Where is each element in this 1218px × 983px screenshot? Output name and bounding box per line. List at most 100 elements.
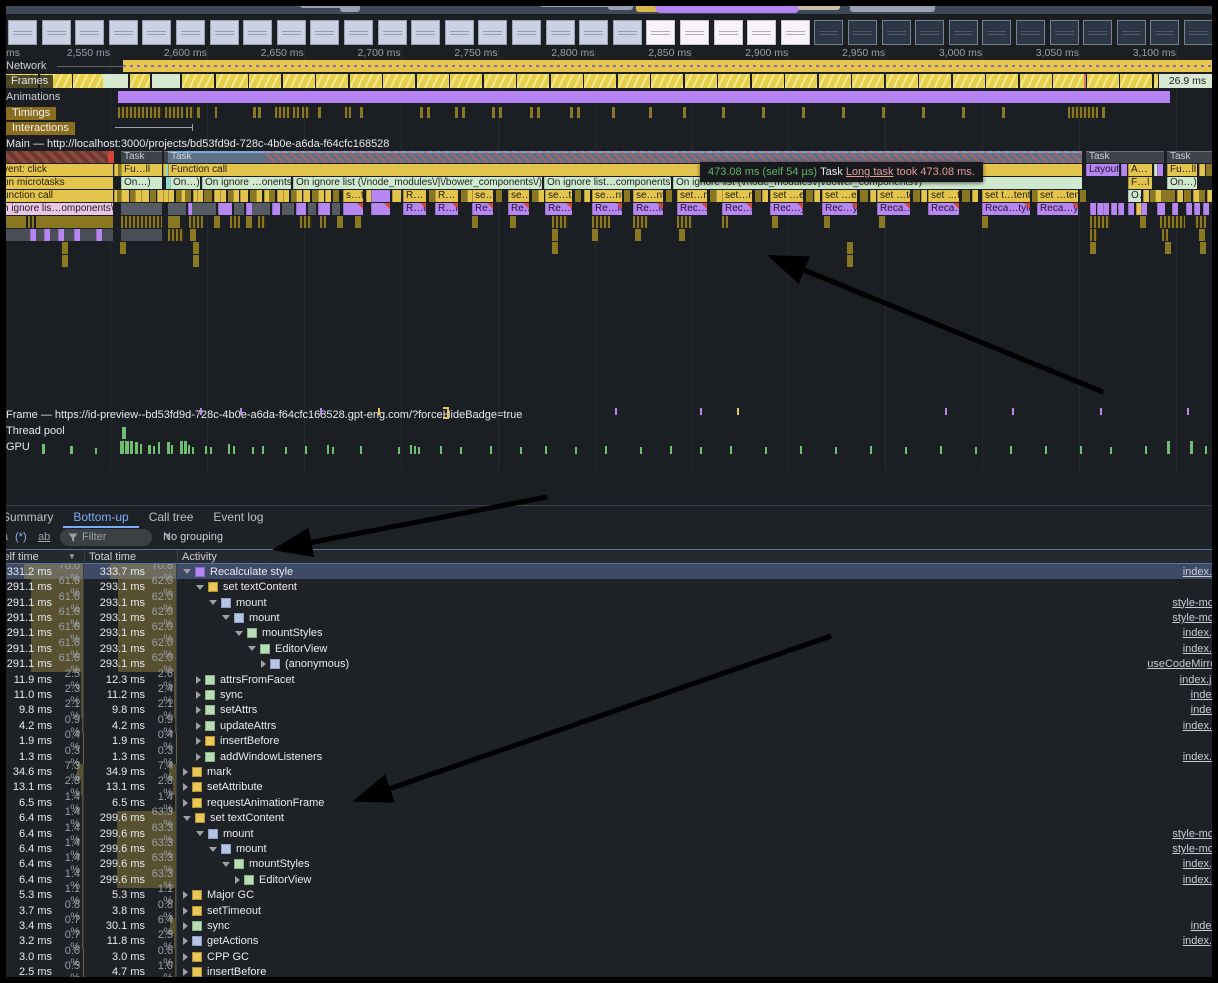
filmstrip-thumbnail[interactable] (243, 20, 272, 45)
flame-block[interactable] (355, 216, 361, 228)
filmstrip-thumbnail[interactable] (310, 20, 339, 45)
gpu-bar[interactable] (520, 447, 522, 454)
flame-block[interactable] (303, 190, 310, 202)
flame-block[interactable] (962, 190, 970, 202)
flame-block[interactable]: se…t (545, 190, 572, 202)
expand-caret-icon[interactable] (261, 660, 266, 668)
flame-block[interactable] (1121, 164, 1127, 176)
flame-block[interactable]: n ignore lis…omponents\/) (0, 203, 113, 215)
source-link[interactable]: style-mod (1172, 597, 1218, 609)
flame-block[interactable] (1196, 216, 1206, 228)
gpu-bar[interactable] (95, 448, 97, 454)
gpu-bar[interactable] (158, 442, 160, 454)
gpu-bar[interactable] (414, 446, 416, 454)
main-flame-chart[interactable]: TaskTaskTaskTaskvent: clickFu…llFunction… (0, 150, 1218, 270)
filmstrip-thumbnail[interactable] (142, 20, 171, 45)
table-row[interactable]: 291.1 ms61.6 %293.1 ms62.0 %EditorViewin… (0, 641, 1218, 656)
source-link[interactable]: index.js: (1180, 674, 1218, 686)
flame-block[interactable] (806, 190, 813, 202)
timing-mark[interactable] (455, 107, 458, 118)
flame-block[interactable] (337, 216, 343, 228)
frame-block[interactable] (651, 74, 683, 88)
flame-block[interactable] (1118, 203, 1124, 215)
filmstrip-thumbnail[interactable] (411, 20, 440, 45)
filmstrip-thumbnail[interactable] (781, 20, 810, 45)
match-case-icon[interactable]: a (2, 531, 8, 543)
flame-block[interactable] (371, 190, 390, 202)
table-row[interactable]: 291.1 ms61.6 %293.1 ms62.0 %mountstyle-m… (0, 595, 1218, 610)
frame-block[interactable] (1020, 74, 1052, 88)
filter-input[interactable]: Filter (60, 529, 152, 546)
frame-duration-badge[interactable]: 26.9 ms (1159, 74, 1216, 88)
gpu-title[interactable]: GPU (6, 441, 30, 453)
flame-block[interactable]: set …tent (877, 190, 910, 202)
timing-mark[interactable] (150, 107, 162, 118)
flame-block[interactable] (1111, 203, 1117, 215)
timing-mark[interactable] (360, 107, 363, 118)
flame-block[interactable] (168, 190, 174, 202)
frame-block[interactable] (1120, 74, 1152, 88)
flame-block[interactable] (121, 216, 162, 228)
flame-block[interactable]: O… (1128, 190, 1141, 202)
flame-block[interactable] (1162, 229, 1168, 241)
flame-block[interactable]: Task (1086, 151, 1164, 163)
collapse-caret-icon[interactable] (209, 847, 217, 852)
table-row[interactable]: 11.0 ms2.3 %11.2 ms2.4 %syncindex. (0, 687, 1218, 702)
filmstrip-thumbnail[interactable] (714, 20, 743, 45)
flame-block[interactable] (1090, 203, 1096, 215)
flame-block[interactable] (296, 190, 302, 202)
time-ruler[interactable]: ms2,550 ms2,600 ms2,650 ms2,700 ms2,750 … (0, 46, 1218, 59)
flame-block[interactable] (204, 190, 212, 202)
flame-block[interactable] (633, 216, 648, 228)
collapse-caret-icon[interactable] (222, 862, 230, 867)
frame-block[interactable] (1053, 74, 1085, 88)
source-link[interactable]: index. (1191, 920, 1218, 932)
gpu-bar[interactable] (410, 445, 412, 454)
flame-block[interactable] (1090, 242, 1096, 254)
gpu-bar[interactable] (1110, 447, 1112, 454)
flame-block[interactable]: set…nt (722, 190, 752, 202)
flame-block[interactable] (168, 229, 184, 241)
flame-block[interactable] (300, 216, 312, 228)
gpu-bar[interactable] (905, 447, 907, 454)
filmstrip-thumbnail[interactable] (512, 20, 541, 45)
gpu-bar[interactable] (460, 447, 462, 454)
source-link[interactable]: index.js (1183, 566, 1218, 578)
gpu-bar[interactable] (285, 447, 287, 454)
filmstrip-thumbnail[interactable] (982, 20, 1011, 45)
filmstrip-thumbnail[interactable] (42, 20, 71, 45)
flame-block[interactable] (1090, 216, 1110, 228)
expand-caret-icon[interactable] (235, 876, 240, 884)
gpu-bar[interactable] (398, 447, 400, 454)
timing-mark[interactable] (762, 107, 765, 118)
flame-block[interactable] (1206, 164, 1212, 176)
flame-block[interactable] (814, 190, 820, 202)
flame-block[interactable] (1157, 164, 1163, 176)
flame-block[interactable] (272, 203, 280, 215)
filmstrip-thumbnail[interactable] (613, 20, 642, 45)
timing-mark[interactable] (215, 107, 217, 118)
gpu-bar[interactable] (545, 446, 547, 454)
flame-block[interactable] (870, 190, 876, 202)
flame-block[interactable] (1157, 203, 1165, 215)
gpu-bar[interactable] (1045, 446, 1047, 454)
timing-mark[interactable] (275, 107, 291, 118)
flame-block[interactable]: A… (1128, 164, 1152, 176)
gpu-bar[interactable] (670, 446, 672, 454)
flame-block[interactable] (1203, 203, 1209, 215)
filmstrip-thumbnail[interactable] (1083, 20, 1112, 45)
flame-block[interactable] (36, 216, 113, 228)
filmstrip-thumbnail[interactable] (848, 20, 877, 45)
expand-caret-icon[interactable] (196, 753, 201, 761)
flame-block[interactable]: Re…le (472, 203, 493, 215)
frame-block[interactable] (584, 74, 616, 88)
collapse-caret-icon[interactable] (235, 631, 243, 636)
flame-block[interactable] (679, 229, 685, 241)
source-link[interactable]: index.js (1183, 720, 1218, 732)
thread-pool-bar[interactable] (122, 427, 126, 439)
track-interactions[interactable]: Interactions (0, 121, 1218, 134)
gpu-bar[interactable] (418, 447, 420, 454)
frame-block[interactable] (1087, 74, 1119, 88)
gpu-bar[interactable] (192, 447, 194, 454)
main-thread-title[interactable]: Main — http://localhost:3000/projects/bd… (6, 138, 389, 150)
